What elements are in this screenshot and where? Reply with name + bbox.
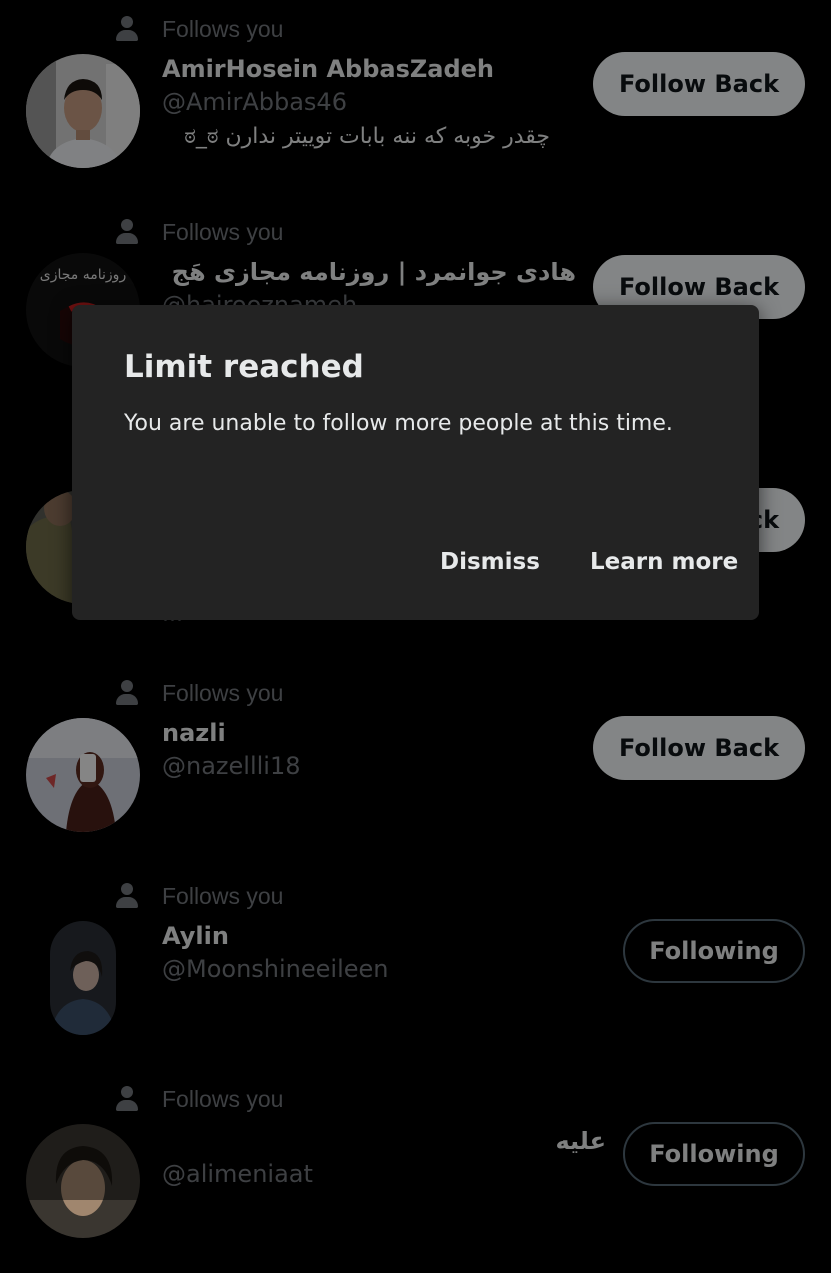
limit-reached-dialog: Limit reached You are unable to follow m…	[72, 305, 759, 620]
dialog-title: Limit reached	[124, 349, 364, 385]
dialog-message: You are unable to follow more people at …	[124, 411, 673, 436]
dismiss-button[interactable]: Dismiss	[440, 549, 540, 575]
learn-more-button[interactable]: Learn more	[590, 549, 738, 575]
